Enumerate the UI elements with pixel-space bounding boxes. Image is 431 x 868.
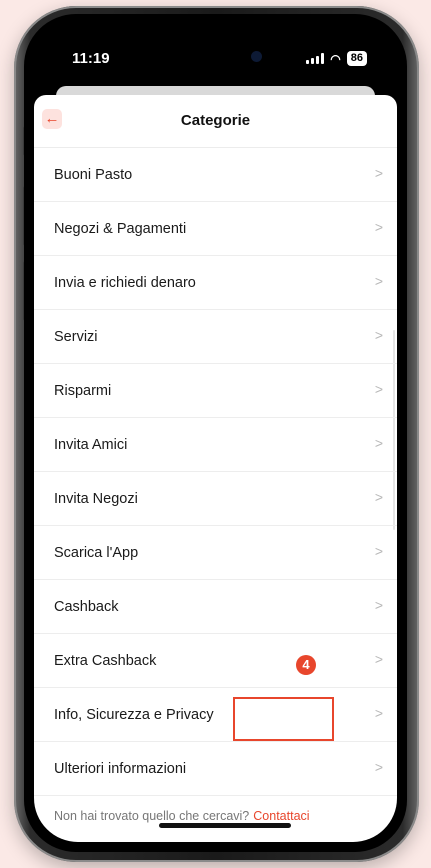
chevron-right-icon: > (374, 597, 383, 613)
category-label: Invita Negozi (54, 490, 138, 507)
chevron-right-icon: > (374, 219, 383, 235)
category-item-info-sicurezza-privacy[interactable]: Info, Sicurezza e Privacy > (34, 688, 397, 742)
category-label: Invita Amici (54, 436, 128, 453)
wifi-icon: ◠ (330, 51, 341, 66)
step-number-badge: 4 (296, 655, 316, 675)
category-item-buoni-pasto[interactable]: Buoni Pasto > (34, 148, 397, 202)
category-item-scarica-app[interactable]: Scarica l'App > (34, 526, 397, 580)
chevron-right-icon: > (374, 489, 383, 505)
dynamic-island (164, 42, 282, 72)
chevron-right-icon: > (374, 165, 383, 181)
category-label: Info, Sicurezza e Privacy (54, 706, 214, 723)
category-item-invita-amici[interactable]: Invita Amici > (34, 418, 397, 472)
chevron-right-icon: > (374, 651, 383, 667)
category-label: Buoni Pasto (54, 166, 133, 183)
chevron-right-icon: > (374, 327, 383, 343)
camera-icon (251, 51, 262, 62)
category-item-cashback[interactable]: Cashback > (34, 580, 397, 634)
category-item-ulteriori-informazioni[interactable]: Ulteriori informazioni > (34, 742, 397, 796)
page-title: Categorie (180, 112, 251, 129)
category-item-servizi[interactable]: Servizi > (34, 310, 397, 364)
category-item-extra-cashback[interactable]: Extra Cashback > (34, 634, 397, 688)
chevron-right-icon: > (374, 705, 383, 721)
chevron-right-icon: > (374, 759, 383, 775)
home-indicator[interactable] (159, 823, 291, 828)
category-label: Cashback (54, 598, 119, 615)
phone-screen: 11:19 ◠ 86 ← Categorie Buoni Pasto > Neg… (34, 24, 397, 842)
signal-icon (306, 53, 325, 64)
category-label: Scarica l'App (54, 544, 139, 561)
categories-sheet: ← Categorie Buoni Pasto > Negozi & Pagam… (34, 95, 397, 842)
category-label: Risparmi (54, 382, 112, 399)
category-label: Servizi (54, 328, 98, 345)
highlight-box (233, 697, 334, 741)
category-item-negozi-pagamenti[interactable]: Negozi & Pagamenti > (34, 202, 397, 256)
battery-indicator: 86 (346, 51, 367, 66)
category-item-risparmi[interactable]: Risparmi > (34, 364, 397, 418)
category-label: Negozi & Pagamenti (54, 220, 187, 237)
category-label: Ulteriori informazioni (54, 760, 187, 777)
status-bar: 11:19 ◠ 86 (34, 24, 397, 94)
help-prompt: Non hai trovato quello che cercavi? (54, 809, 250, 823)
contact-link[interactable]: Contattaci (253, 809, 309, 823)
phone-bezel: 11:19 ◠ 86 ← Categorie Buoni Pasto > Neg… (24, 14, 407, 852)
chevron-right-icon: > (374, 381, 383, 397)
category-item-invita-negozi[interactable]: Invita Negozi > (34, 472, 397, 526)
category-item-invia-richiedi-denaro[interactable]: Invia e richiedi denaro > (34, 256, 397, 310)
chevron-right-icon: > (374, 543, 383, 559)
chevron-right-icon: > (374, 435, 383, 451)
sheet-header: ← Categorie (34, 95, 397, 148)
chevron-right-icon: > (374, 273, 383, 289)
help-footer: Non hai trovato quello che cercavi? Cont… (34, 796, 397, 836)
status-time: 11:19 (72, 50, 110, 67)
status-icons: ◠ 86 (306, 51, 367, 66)
category-label: Extra Cashback (54, 652, 157, 669)
category-label: Invia e richiedi denaro (54, 274, 196, 291)
category-list: Buoni Pasto > Negozi & Pagamenti > Invia… (34, 148, 397, 796)
